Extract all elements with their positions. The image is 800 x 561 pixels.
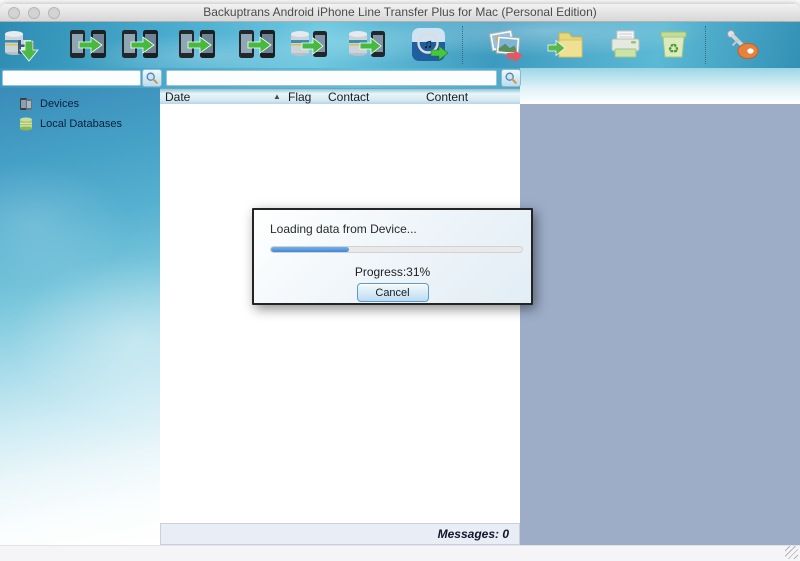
svg-text:♻: ♻ — [668, 41, 680, 56]
cancel-button[interactable]: Cancel — [356, 283, 429, 302]
export-to-folder-icon[interactable] — [544, 25, 586, 65]
sidebar-search-input[interactable] — [2, 70, 141, 86]
preview-pane — [520, 88, 800, 545]
register-key-icon[interactable] — [720, 25, 762, 65]
search-row-right-fill — [520, 68, 800, 88]
database-to-iphone-icon[interactable] — [346, 25, 388, 65]
table-header: Date ▲ Flag Contact Content — [160, 88, 520, 104]
traffic-lights — [8, 7, 60, 19]
progress-bar — [270, 246, 523, 253]
backup-database-icon[interactable] — [2, 25, 44, 65]
recycle-bin-icon[interactable]: ♻ — [652, 25, 694, 65]
svg-text:♫: ♫ — [423, 36, 433, 51]
sidebar-search-button[interactable] — [142, 69, 162, 87]
search-icon — [505, 72, 517, 84]
column-header-content[interactable]: Content — [426, 90, 468, 104]
android-to-iphone-transfer-icon[interactable] — [67, 25, 109, 65]
column-header-date[interactable]: Date — [165, 90, 190, 104]
message-list-body[interactable] — [160, 104, 520, 523]
search-row — [0, 68, 800, 88]
sidebar-item-label: Local Databases — [40, 118, 122, 130]
database-to-android-icon[interactable] — [288, 25, 330, 65]
database-icon — [20, 117, 32, 131]
toolbar-separator — [705, 26, 706, 64]
status-bar: Messages: 0 — [160, 523, 520, 545]
window-title: Backuptrans Android iPhone Line Transfer… — [203, 5, 597, 19]
sidebar-item-label: Devices — [40, 98, 80, 110]
minimize-window-button[interactable] — [28, 7, 40, 19]
resize-grip-icon[interactable] — [785, 546, 798, 559]
messages-count-label: Messages: 0 — [437, 527, 509, 541]
sidebar: Devices Local Databases — [0, 88, 160, 545]
toolbar: ♫ ♻ — [0, 22, 800, 68]
window-footer — [0, 545, 800, 561]
dialog-message: Loading data from Device... — [270, 222, 417, 236]
sidebar-item-local-databases[interactable]: Local Databases — [0, 114, 160, 134]
progress-fill — [271, 247, 349, 252]
column-header-contact[interactable]: Contact — [328, 90, 369, 104]
main-content: Devices Local Databases Date ▲ Flag Cont… — [0, 88, 800, 545]
close-window-button[interactable] — [8, 7, 20, 19]
message-list-pane: Date ▲ Flag Contact Content Messages: 0 — [160, 88, 520, 545]
search-icon — [146, 72, 158, 84]
preview-pane-body — [520, 104, 800, 545]
export-photos-icon[interactable] — [484, 25, 526, 65]
android-to-android-transfer-icon[interactable] — [176, 25, 218, 65]
iphone-to-android-transfer-icon[interactable] — [119, 25, 161, 65]
export-to-itunes-icon[interactable]: ♫ — [407, 25, 449, 65]
messages-search-input[interactable] — [166, 70, 497, 86]
toolbar-separator — [462, 26, 463, 64]
progress-percent-label: Progress:31% — [354, 265, 431, 279]
zoom-window-button[interactable] — [48, 7, 60, 19]
loading-progress-dialog: Loading data from Device... Progress:31%… — [252, 208, 533, 305]
iphone-to-iphone-transfer-icon[interactable] — [236, 25, 278, 65]
sort-ascending-icon[interactable]: ▲ — [273, 92, 281, 101]
devices-icon — [20, 98, 32, 110]
print-icon[interactable] — [604, 25, 646, 65]
column-header-flag[interactable]: Flag — [288, 90, 311, 104]
sidebar-item-devices[interactable]: Devices — [0, 94, 160, 114]
preview-pane-header — [520, 88, 800, 104]
title-bar: Backuptrans Android iPhone Line Transfer… — [0, 4, 800, 22]
messages-search-button[interactable] — [501, 69, 521, 87]
